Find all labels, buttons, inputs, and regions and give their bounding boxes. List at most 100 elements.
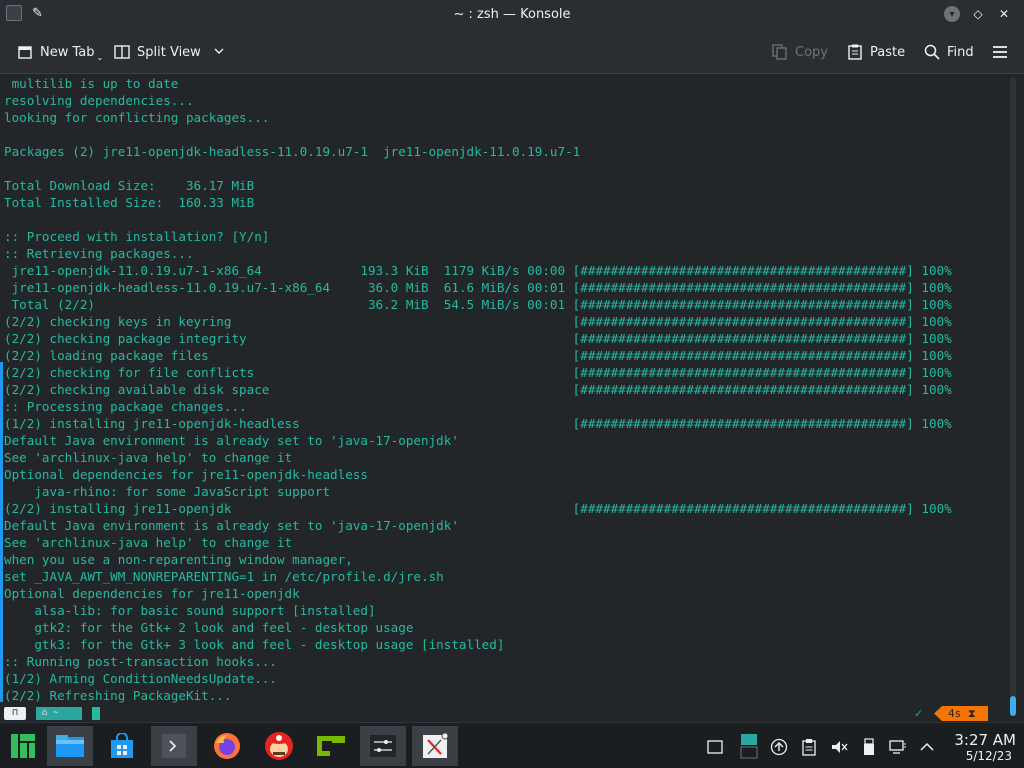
taskbar-nvidia-app[interactable] [308, 726, 354, 766]
network-wired-icon[interactable] [889, 738, 907, 756]
taskbar-system-settings[interactable] [360, 726, 406, 766]
clock-date[interactable]: 5/12/23 [948, 749, 1012, 763]
terminal-line: (2/2) installing jre11-openjdk [########… [4, 501, 952, 516]
terminal-line: Optional dependencies for jre11-openjdk [4, 586, 300, 601]
close-button[interactable]: ✕ [996, 6, 1012, 22]
hamburger-menu-icon [991, 43, 1009, 61]
tray-expand-chevron-up-icon[interactable] [918, 738, 936, 756]
terminal-line: :: Processing package changes... [4, 399, 247, 414]
elapsed-time-badge: 4s ⧗ [934, 706, 988, 721]
taskbar-xwayland-app[interactable] [412, 726, 458, 766]
terminal-line: jre11-openjdk-headless-11.0.19.u7-1-x86_… [4, 280, 952, 295]
title-bar[interactable]: ✎ ~ : zsh — Konsole ▾ ◇ ✕ [0, 0, 1024, 30]
copy-icon [771, 43, 789, 61]
terminal-scrollbar[interactable] [1010, 78, 1016, 698]
text-cursor [92, 707, 100, 720]
split-view-button[interactable]: Split View [113, 42, 225, 62]
terminal-line: (1/2) installing jre11-openjdk-headless … [4, 416, 952, 431]
firefox-icon [214, 733, 240, 759]
taskbar-file-manager[interactable] [47, 726, 93, 766]
copy-label: Copy [795, 44, 828, 60]
terminal-line: resolving dependencies... [4, 93, 194, 108]
new-tab-icon [16, 43, 34, 61]
terminal-line: :: Running post-transaction hooks... [4, 654, 277, 669]
split-view-chevron-down-icon[interactable] [213, 45, 225, 60]
terminal-line: multilib is up to date [4, 76, 179, 91]
taskbar-konsole[interactable] [151, 726, 197, 766]
updates-icon[interactable] [770, 738, 788, 756]
terminal-line: java-rhino: for some JavaScript support [4, 484, 331, 499]
terminal-line: gtk3: for the Gtk+ 3 look and feel - des… [4, 637, 505, 652]
paste-button[interactable]: Paste [846, 42, 905, 62]
terminal-line: (2/2) checking for file conflicts [#####… [4, 365, 952, 380]
terminal-line: (2/2) checking package integrity [######… [4, 331, 952, 346]
terminal-line: (2/2) checking available disk space [###… [4, 382, 952, 397]
nvidia-icon [317, 736, 345, 756]
terminal-line: Total Installed Size: 160.33 MiB [4, 195, 255, 210]
usb-device-icon[interactable] [860, 738, 878, 756]
terminal-line: when you use a non-reparenting window ma… [4, 552, 353, 567]
clock-time[interactable]: 3:27 AM [948, 731, 1016, 749]
taskbar-discover-store[interactable] [99, 726, 145, 766]
taskbar-mario-game[interactable] [256, 726, 302, 766]
pager-icon[interactable] [740, 733, 758, 759]
minimize-button[interactable]: ▾ [944, 6, 960, 22]
terminal-line: Default Java environment is already set … [4, 518, 459, 533]
terminal-line: (1/2) Arming ConditionNeedsUpdate... [4, 671, 277, 686]
split-view-icon [113, 43, 131, 61]
terminal-line: See 'archlinux-java help' to change it [4, 535, 293, 550]
find-label: Find [947, 44, 974, 60]
terminal-line: (2/2) loading package files [###########… [4, 348, 952, 363]
terminal-line: alsa-lib: for basic sound support [insta… [4, 603, 376, 618]
hamburger-menu-button[interactable] [991, 42, 1009, 62]
paste-label: Paste [870, 44, 906, 60]
terminal-line: Total (2/2) 36.2 MiB 54.5 MiB/s 00:01 [#… [4, 297, 952, 312]
terminal-line: Default Java environment is already set … [4, 433, 459, 448]
terminal-line: jre11-openjdk-11.0.19.u7-1-x86_64 193.3 … [4, 263, 952, 278]
x-window-icon [423, 732, 449, 758]
terminal-line: looking for conflicting packages... [4, 110, 270, 125]
terminal-line: Packages (2) jre11-openjdk-headless-11.0… [4, 144, 581, 159]
toolbar: New Tab ⌄ Split View Copy Paste Find [0, 30, 1024, 74]
window-title: ~ : zsh — Konsole [453, 7, 571, 22]
copy-button[interactable]: Copy [771, 42, 828, 62]
terminal-line: :: Proceed with installation? [Y/n] [4, 229, 270, 244]
prompt-directory-segment: ⌂ ~ [36, 707, 82, 720]
terminal-line: :: Retrieving packages... [4, 246, 194, 261]
terminal-output[interactable]: multilib is up to date resolving dependen… [0, 75, 1006, 703]
terminal-line: Optional dependencies for jre11-openjdk-… [4, 467, 368, 482]
new-tab-button[interactable]: New Tab ⌄ [16, 42, 103, 62]
terminal-line: gtk2: for the Gtk+ 2 look and feel - des… [4, 620, 414, 635]
sliders-icon [370, 735, 396, 757]
paste-icon [846, 43, 864, 61]
show-desktop-icon[interactable] [706, 738, 724, 756]
new-tab-label: New Tab [40, 44, 95, 60]
folder-icon [56, 735, 84, 757]
search-icon [923, 43, 941, 61]
terminal-line: See 'archlinux-java help' to change it [4, 450, 293, 465]
terminal-line: (2/2) checking keys in keyring [########… [4, 314, 952, 329]
terminal-line: set _JAVA_AWT_WM_NONREPARENTING=1 in /et… [4, 569, 444, 584]
prompt-os-segment: ⊓ [4, 707, 26, 720]
maximize-button[interactable]: ◇ [970, 6, 986, 22]
taskbar-firefox[interactable] [204, 726, 250, 766]
clipboard-icon[interactable] [800, 738, 818, 756]
split-view-label: Split View [137, 44, 201, 60]
success-check-icon: ✓ [914, 707, 924, 720]
taskbar [0, 722, 1024, 768]
terminal-icon [162, 734, 186, 758]
shell-prompt[interactable]: ⊓ ⌂ ~ ✓ 4s ⧗ [0, 705, 1024, 722]
application-launcher-button[interactable] [0, 726, 46, 766]
terminal-line: (2/2) Refreshing PackageKit... [4, 688, 232, 703]
manjaro-logo-icon [11, 734, 35, 758]
find-button[interactable]: Find [923, 42, 974, 62]
volume-muted-icon[interactable] [830, 738, 848, 756]
new-tab-dropdown-icon[interactable]: ⌄ [97, 53, 104, 62]
shopping-bag-icon [111, 733, 133, 758]
mario-icon [265, 732, 293, 760]
command-output-marker [0, 362, 3, 702]
terminal-line: Total Download Size: 36.17 MiB [4, 178, 255, 193]
